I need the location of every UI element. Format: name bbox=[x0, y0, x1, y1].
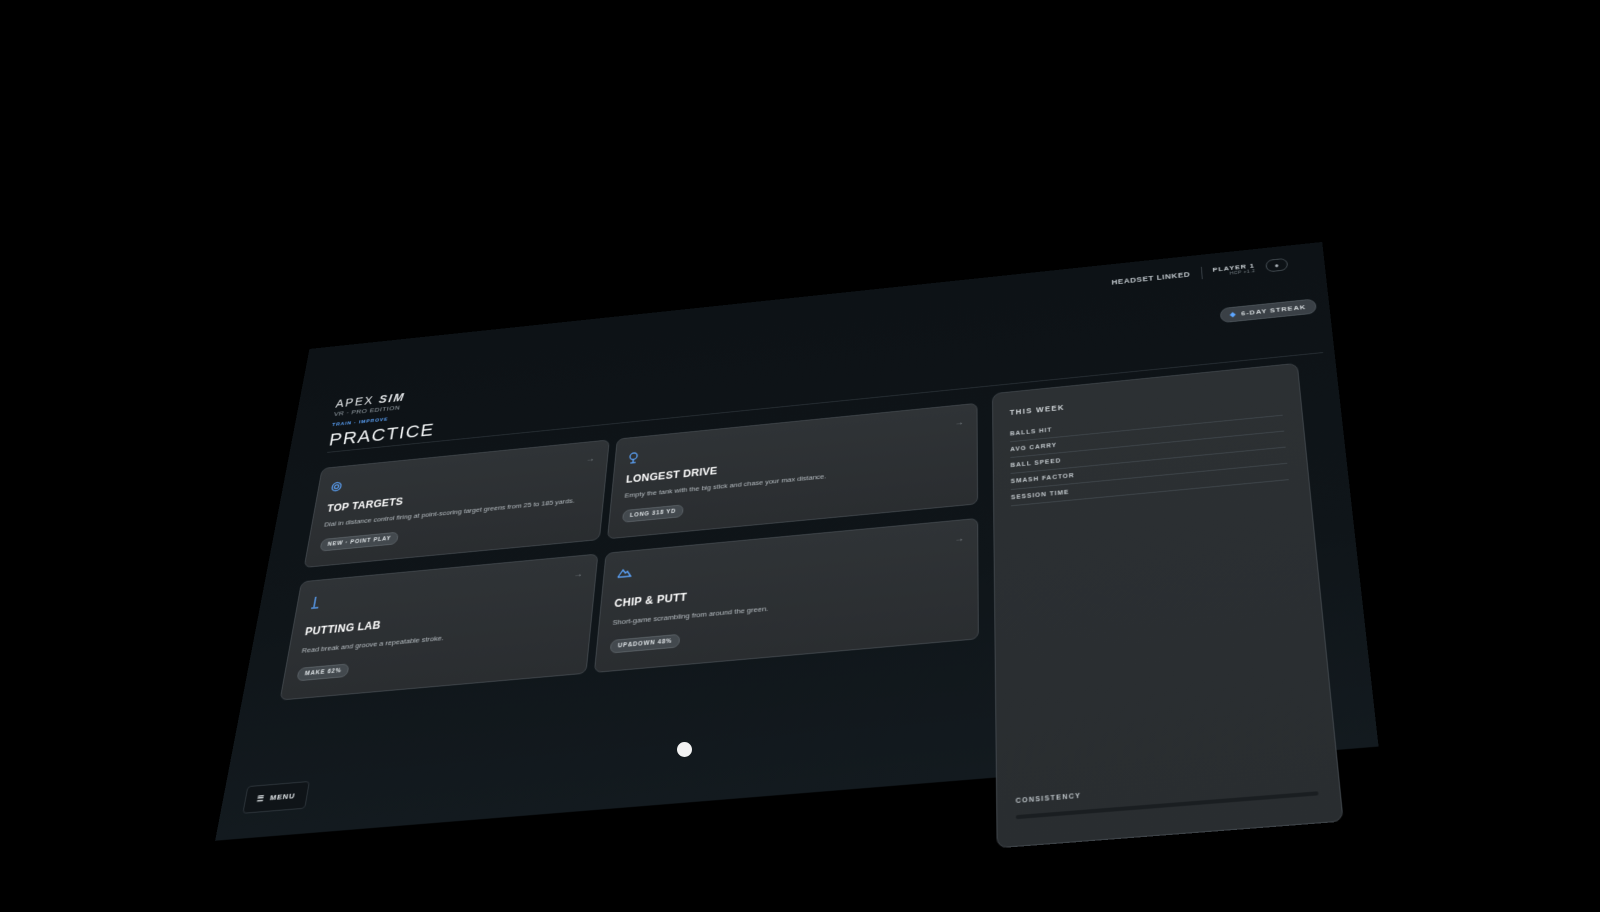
mode-card-longest-drive[interactable]: → LONGEST DRIVE Empty the tank with the … bbox=[607, 403, 978, 539]
stage: APEX SIM VR · PRO EDITION TRAIN · IMPROV… bbox=[0, 0, 1600, 900]
practice-screen: APEX SIM VR · PRO EDITION TRAIN · IMPROV… bbox=[215, 242, 1378, 841]
mode-card-putting-lab[interactable]: → PUTTING LAB Read break and groove a re… bbox=[280, 554, 599, 701]
card-badge: LONG 318 YD bbox=[622, 504, 684, 522]
card-title: TOP TARGETS bbox=[326, 496, 404, 515]
card-badge: UP&DOWN 48% bbox=[610, 634, 680, 654]
card-title: LONGEST DRIVE bbox=[626, 465, 718, 485]
putter-icon bbox=[309, 595, 323, 612]
flame-icon: ◆ bbox=[1230, 311, 1237, 319]
mode-card-top-targets[interactable]: → TOP TARGETS Dial in distance control f… bbox=[304, 439, 610, 567]
card-description: Read break and groove a repeatable strok… bbox=[301, 634, 444, 655]
pointer-cursor bbox=[677, 742, 692, 757]
menu-label: MENU bbox=[269, 791, 296, 802]
user-icon: ● bbox=[1274, 261, 1279, 268]
menu-button[interactable]: ☰ MENU bbox=[242, 781, 309, 814]
card-badge: MAKE 62% bbox=[296, 663, 349, 681]
arrow-right-icon: → bbox=[573, 569, 583, 579]
streak-label: 6-DAY STREAK bbox=[1241, 303, 1307, 317]
pin-icon bbox=[627, 452, 639, 467]
consistency-label: CONSISTENCY bbox=[1016, 793, 1082, 805]
arrow-right-icon: → bbox=[585, 454, 595, 464]
avatar[interactable]: ● bbox=[1265, 258, 1288, 272]
terrain-icon bbox=[617, 567, 633, 581]
arrow-right-icon: → bbox=[955, 534, 964, 544]
top-status-bar: HEADSET LINKED PLAYER 1 HCP +1.2 ● bbox=[1111, 258, 1288, 289]
arrow-right-icon: → bbox=[955, 418, 964, 428]
target-icon bbox=[330, 481, 343, 495]
card-title: CHIP & PUTT bbox=[614, 591, 688, 610]
card-badge: NEW · POINT PLAY bbox=[320, 532, 400, 552]
status-divider bbox=[1201, 267, 1203, 279]
streak-badge: ◆ 6-DAY STREAK bbox=[1219, 298, 1317, 323]
mode-card-chip-and-putt[interactable]: → CHIP & PUTT Short-game scrambling from… bbox=[594, 518, 979, 673]
card-title: PUTTING LAB bbox=[304, 619, 382, 638]
hamburger-icon: ☰ bbox=[256, 794, 265, 803]
player-info[interactable]: PLAYER 1 HCP +1.2 bbox=[1212, 262, 1255, 278]
this-week-panel: THIS WEEK BALLS HIT AVG CARRY BALL SPEED… bbox=[992, 363, 1344, 849]
brand-logo: APEX SIM VR · PRO EDITION bbox=[333, 391, 406, 418]
headset-status: HEADSET LINKED bbox=[1111, 270, 1190, 286]
week-title: THIS WEEK bbox=[1010, 403, 1065, 417]
week-stats-list: BALLS HIT AVG CARRY BALL SPEED SMASH FAC… bbox=[1010, 400, 1289, 506]
card-description: Short-game scrambling from around the gr… bbox=[612, 605, 768, 627]
